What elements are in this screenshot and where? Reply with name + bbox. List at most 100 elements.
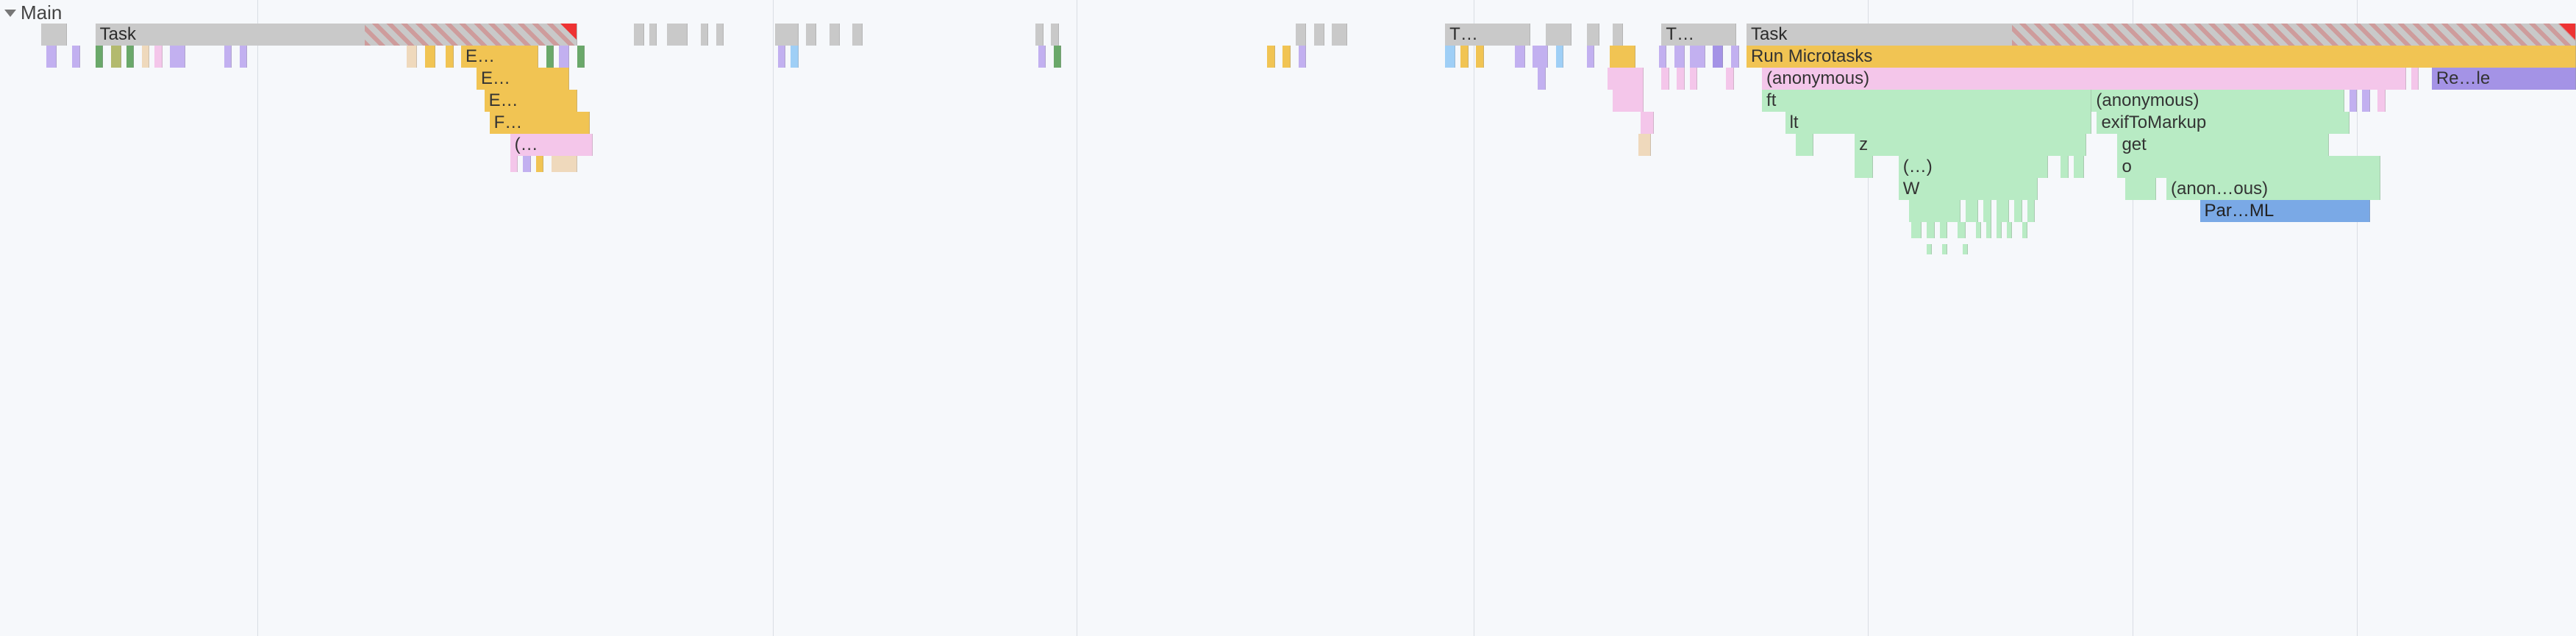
task-sliver-0c[interactable] bbox=[649, 24, 657, 46]
task-sliver-0j[interactable] bbox=[852, 24, 863, 46]
green-8-a[interactable] bbox=[1909, 200, 1960, 222]
sliver-1-m[interactable] bbox=[446, 46, 454, 68]
frame-e-1[interactable]: E… bbox=[461, 46, 538, 68]
re-le[interactable]: Re…le bbox=[2432, 68, 2576, 90]
green-9-c[interactable] bbox=[1940, 222, 1948, 238]
green-8-b[interactable] bbox=[1966, 200, 1979, 222]
run-microtasks[interactable]: Run Microtasks bbox=[1747, 46, 2576, 68]
sliver-1-s[interactable] bbox=[1038, 46, 1046, 68]
sliver-1-zb[interactable] bbox=[1731, 46, 1739, 68]
sliver-1-h[interactable] bbox=[170, 46, 185, 68]
task-sliver-0q[interactable] bbox=[1587, 24, 1600, 46]
task-sliver-0r[interactable] bbox=[1613, 24, 1623, 46]
sliver-1-f[interactable] bbox=[142, 46, 150, 68]
tan-5-a[interactable] bbox=[1638, 134, 1652, 156]
task-sliver-0m[interactable] bbox=[1296, 24, 1306, 46]
collapse-triangle-icon[interactable] bbox=[4, 10, 16, 17]
task-sliver-0b[interactable] bbox=[634, 24, 644, 46]
sliver-1-n[interactable] bbox=[546, 46, 554, 68]
sliver-1-q[interactable] bbox=[778, 46, 786, 68]
anonymous-1[interactable]: (anonymous) bbox=[1762, 68, 2406, 90]
sliver-6-a[interactable] bbox=[510, 156, 518, 172]
sliver-2-a[interactable] bbox=[1538, 68, 1546, 90]
sliver-1-p[interactable] bbox=[577, 46, 585, 68]
get[interactable]: get bbox=[2117, 134, 2328, 156]
anonymous-3[interactable]: (anon…ous) bbox=[2166, 178, 2380, 200]
exifToMarkup[interactable]: exifToMarkup bbox=[2097, 112, 2349, 134]
green-8-f[interactable] bbox=[2027, 200, 2036, 222]
sliver-1-y[interactable] bbox=[1460, 46, 1469, 68]
sliver-1-r[interactable] bbox=[791, 46, 799, 68]
anonymous-2[interactable]: (anonymous) bbox=[2091, 90, 2344, 112]
task-bar-4[interactable]: Task bbox=[1747, 24, 2576, 46]
pink-3-a[interactable] bbox=[1613, 90, 1644, 112]
o[interactable]: o bbox=[2117, 156, 2380, 178]
task-sliver-0n[interactable] bbox=[1314, 24, 1324, 46]
sliver-1-c[interactable] bbox=[96, 46, 104, 68]
green-8-e[interactable] bbox=[2014, 200, 2022, 222]
green-9-b[interactable] bbox=[1927, 222, 1935, 238]
green-9-a[interactable] bbox=[1911, 222, 1922, 238]
green-8-d[interactable] bbox=[1997, 200, 2010, 222]
flame-chart[interactable]: TaskT…T…TaskE…Run MicrotasksE…(anonymous… bbox=[0, 24, 2576, 636]
task-sliver-0f[interactable] bbox=[716, 24, 724, 46]
green-10-b[interactable] bbox=[1942, 244, 1947, 254]
green-8-c[interactable] bbox=[1983, 200, 1991, 222]
green-9-i[interactable] bbox=[2022, 222, 2027, 238]
sliver-2-d[interactable] bbox=[1690, 68, 1698, 90]
green-10-a[interactable] bbox=[1927, 244, 1932, 254]
frame-e-3[interactable]: E… bbox=[485, 90, 577, 112]
task-bar-2[interactable]: T… bbox=[1445, 24, 1530, 46]
sliver-1-k[interactable] bbox=[407, 46, 417, 68]
green-9-h[interactable] bbox=[2007, 222, 2012, 238]
anon-paren[interactable]: (…) bbox=[1899, 156, 2048, 178]
pink-2-a[interactable] bbox=[1608, 68, 1644, 90]
sliver-1-z[interactable] bbox=[1476, 46, 1484, 68]
sliver-1-za[interactable] bbox=[1713, 46, 1723, 68]
z[interactable]: z bbox=[1855, 134, 2086, 156]
sliver-3-c[interactable] bbox=[2377, 90, 2386, 112]
sliver-1-u[interactable] bbox=[1267, 46, 1275, 68]
green-5-a[interactable] bbox=[1796, 134, 1814, 156]
green-9-f[interactable] bbox=[1986, 222, 1991, 238]
task-sliver-0h[interactable] bbox=[806, 24, 816, 46]
sliver-1-e[interactable] bbox=[126, 46, 135, 68]
sliver-1-z9[interactable] bbox=[1690, 46, 1705, 68]
sliver-2-f[interactable] bbox=[2411, 68, 2419, 90]
sliver-1-w[interactable] bbox=[1299, 46, 1307, 68]
green-6-b[interactable] bbox=[2061, 156, 2069, 178]
thread-header[interactable]: Main bbox=[0, 0, 66, 26]
sliver-2-b[interactable] bbox=[1661, 68, 1669, 90]
task-sliver-0a[interactable] bbox=[41, 24, 67, 46]
sliver-1-j[interactable] bbox=[240, 46, 248, 68]
sliver-1-g[interactable] bbox=[154, 46, 163, 68]
sliver-4-a[interactable] bbox=[1641, 112, 1654, 134]
sliver-1-x[interactable] bbox=[1445, 46, 1455, 68]
par-ml[interactable]: Par…ML bbox=[2200, 200, 2370, 222]
task-sliver-0d[interactable] bbox=[667, 24, 688, 46]
sliver-6-b[interactable] bbox=[523, 156, 531, 172]
sliver-6-d[interactable] bbox=[552, 156, 577, 172]
sliver-1-l[interactable] bbox=[425, 46, 435, 68]
green-10-c[interactable] bbox=[1963, 244, 1968, 254]
sliver-2-c[interactable] bbox=[1677, 68, 1685, 90]
task-bar-1[interactable]: Task bbox=[96, 24, 577, 46]
lt[interactable]: lt bbox=[1785, 112, 2092, 134]
green-7-a[interactable] bbox=[2125, 178, 2156, 200]
green-9-e[interactable] bbox=[1976, 222, 1981, 238]
sliver-1-v[interactable] bbox=[1282, 46, 1291, 68]
task-sliver-0o[interactable] bbox=[1332, 24, 1347, 46]
green-9-g[interactable] bbox=[1997, 222, 2002, 238]
sliver-1-o[interactable] bbox=[559, 46, 569, 68]
green-9-d[interactable] bbox=[1958, 222, 1966, 238]
sliver-3-b[interactable] bbox=[2362, 90, 2370, 112]
sliver-1-b[interactable] bbox=[72, 46, 80, 68]
task-bar-3[interactable]: T… bbox=[1661, 24, 1736, 46]
anon-small[interactable]: (… bbox=[510, 134, 593, 156]
sliver-1-i[interactable] bbox=[224, 46, 232, 68]
frame-f[interactable]: F… bbox=[490, 112, 591, 134]
frame-e-2[interactable]: E… bbox=[477, 68, 569, 90]
task-sliver-0g[interactable] bbox=[775, 24, 799, 46]
task-sliver-0l[interactable] bbox=[1051, 24, 1059, 46]
sliver-1-z6[interactable] bbox=[1610, 46, 1635, 68]
